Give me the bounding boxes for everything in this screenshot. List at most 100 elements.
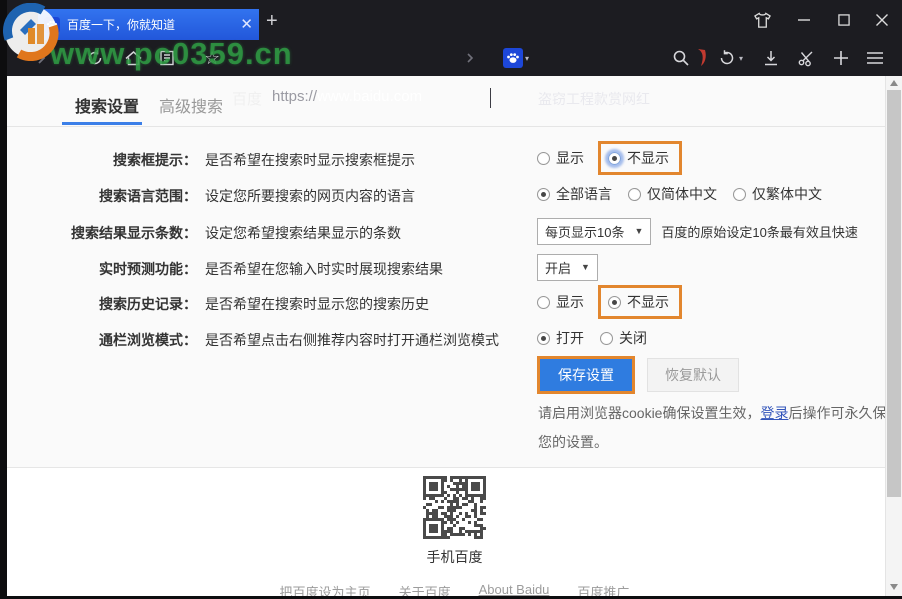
- search-box-input[interactable]: 盗窃工程款赏网红: [538, 89, 650, 109]
- menu-hamburger-icon[interactable]: [865, 49, 885, 67]
- setting-description: 是否希望在搜索时显示搜索框提示: [205, 150, 415, 170]
- radio-icon-selected: [608, 296, 621, 309]
- tab-advanced-search[interactable]: 高级搜索: [159, 93, 223, 117]
- highlight-box: 保存设置: [537, 356, 635, 394]
- tab-close-icon[interactable]: ✕: [240, 17, 253, 32]
- radio-label: 显示: [556, 292, 584, 312]
- undo-restore-icon[interactable]: ▾: [718, 49, 743, 67]
- vertical-scrollbar[interactable]: [885, 76, 902, 596]
- radio-icon: [537, 296, 550, 309]
- setting-label: 实时预测功能：: [7, 259, 197, 279]
- search-box-hint-options: 显示 不显示: [537, 141, 682, 175]
- radio-icon: [628, 188, 641, 201]
- radio-label: 打开: [556, 328, 584, 348]
- radio-icon-selected: [608, 152, 621, 165]
- radio-option-hide[interactable]: 不显示: [608, 292, 669, 312]
- scroll-up-arrow-icon[interactable]: [890, 80, 898, 86]
- window-frame-left: [0, 0, 7, 599]
- site-name-label[interactable]: 百度: [232, 88, 262, 109]
- new-tab-button[interactable]: +: [266, 10, 278, 33]
- setting-label: 搜索历史记录：: [7, 294, 197, 314]
- setting-description: 是否希望点击右侧推荐内容时打开通栏浏览模式: [205, 330, 499, 350]
- radio-icon: [600, 332, 613, 345]
- mobile-baidu-qr-code: [423, 476, 486, 539]
- setting-label: 搜索结果显示条数：: [7, 223, 197, 243]
- radio-option-show[interactable]: 显示: [537, 292, 584, 312]
- save-settings-button[interactable]: 保存设置: [540, 359, 632, 391]
- close-button[interactable]: [869, 8, 895, 32]
- dropdown-arrow-icon: ▼: [581, 262, 590, 272]
- setting-description: 是否希望在您输入时实时展现搜索结果: [205, 259, 443, 279]
- select-value: 每页显示10条: [545, 222, 624, 241]
- maximize-button[interactable]: [831, 8, 857, 32]
- setting-description: 是否希望在搜索时显示您的搜索历史: [205, 294, 429, 314]
- note-text: 请启用浏览器cookie确保设置生效，: [538, 405, 760, 421]
- tab-search-settings[interactable]: 搜索设置: [75, 93, 139, 117]
- pc0359-watermark-text: www.pc0359.cn: [50, 36, 293, 72]
- address-bar[interactable]: https://www.baidu.com: [272, 88, 422, 105]
- radio-label: 不显示: [627, 292, 669, 312]
- page-footer: 手机百度 把百度设为主页 关于百度 About Baidu 百度推广: [7, 467, 902, 596]
- select-value: 开启: [545, 258, 571, 277]
- scissors-clip-icon[interactable]: [797, 49, 815, 67]
- radio-label: 仅简体中文: [647, 184, 717, 204]
- radio-icon: [537, 152, 550, 165]
- radio-label: 显示: [556, 148, 584, 168]
- search-language-options: 全部语言 仅简体中文 仅繁体中文: [537, 177, 822, 211]
- results-hint-text: 百度的原始设定10条最有效且快速: [661, 222, 857, 241]
- setting-description: 设定您所要搜索的网页内容的语言: [205, 186, 415, 206]
- radio-option-all-languages[interactable]: 全部语言: [537, 184, 612, 204]
- qr-caption: 手机百度: [427, 547, 483, 567]
- scroll-down-arrow-icon[interactable]: [890, 584, 898, 590]
- radio-option-close[interactable]: 关闭: [600, 328, 647, 348]
- setting-description: 设定您希望搜索结果显示的条数: [205, 223, 401, 243]
- setting-label: 搜索语言范围：: [7, 186, 197, 206]
- browser-window: 百度一下，你就知道 ✕ + ☆ 百度 https://: [0, 0, 902, 599]
- radio-option-show[interactable]: 显示: [537, 148, 584, 168]
- dropdown-arrow-icon: ▼: [634, 226, 643, 236]
- toolbar-divider: [490, 88, 491, 108]
- action-buttons: 保存设置 恢复默认: [537, 358, 739, 392]
- setting-label: 搜索框提示：: [7, 150, 197, 170]
- highlight-box: 不显示: [598, 285, 682, 319]
- radio-icon-selected: [537, 332, 550, 345]
- realtime-predict-control: 开启 ▼: [537, 250, 598, 284]
- radio-label: 不显示: [627, 148, 669, 168]
- banner-browse-options: 打开 关闭: [537, 321, 647, 355]
- results-per-page-control: 每页显示10条 ▼ 百度的原始设定10条最有效且快速: [537, 214, 858, 248]
- expand-chevron-icon[interactable]: [464, 49, 476, 67]
- title-bar: 百度一下，你就知道 ✕ +: [0, 0, 902, 40]
- skin-theme-icon[interactable]: [749, 8, 775, 32]
- radio-label: 全部语言: [556, 184, 612, 204]
- results-per-page-select[interactable]: 每页显示10条 ▼: [537, 218, 651, 245]
- tab-title: 百度一下，你就知道: [67, 16, 233, 33]
- radio-option-simplified[interactable]: 仅简体中文: [628, 184, 717, 204]
- radio-icon: [733, 188, 746, 201]
- minimize-button[interactable]: [791, 8, 817, 32]
- download-icon[interactable]: [762, 49, 780, 67]
- tabs-divider: [7, 126, 902, 127]
- scrollbar-thumb[interactable]: [887, 90, 901, 497]
- login-link[interactable]: 登录: [760, 405, 788, 421]
- add-plus-icon[interactable]: [833, 49, 849, 67]
- radio-option-open[interactable]: 打开: [537, 328, 584, 348]
- url-host: www.baidu.com: [317, 88, 422, 105]
- radio-label: 关闭: [619, 328, 647, 348]
- cookie-note: 请启用浏览器cookie确保设置生效，登录后操作可永久保存您的设置。: [538, 399, 902, 457]
- radio-option-traditional[interactable]: 仅繁体中文: [733, 184, 822, 204]
- realtime-predict-select[interactable]: 开启 ▼: [537, 254, 598, 281]
- search-history-options: 显示 不显示: [537, 285, 682, 319]
- page-content: 搜索设置 高级搜索 搜索框提示： 是否希望在搜索时显示搜索框提示 显示 不显示 …: [7, 76, 902, 596]
- highlight-box: 不显示: [598, 141, 682, 175]
- radio-icon-selected: [537, 188, 550, 201]
- radio-label: 仅繁体中文: [752, 184, 822, 204]
- search-icon[interactable]: [672, 49, 690, 67]
- url-scheme: https://: [272, 88, 317, 105]
- pc0359-watermark-logo: [2, 3, 60, 61]
- search-engine-paw-icon[interactable]: ▾: [503, 49, 529, 67]
- radio-option-hide[interactable]: 不显示: [608, 148, 669, 168]
- setting-label: 通栏浏览模式：: [7, 330, 197, 350]
- restore-defaults-button[interactable]: 恢复默认: [647, 358, 739, 392]
- active-tab-underline: [62, 122, 142, 125]
- resource-sniffer-ribbon-icon[interactable]: [695, 49, 707, 67]
